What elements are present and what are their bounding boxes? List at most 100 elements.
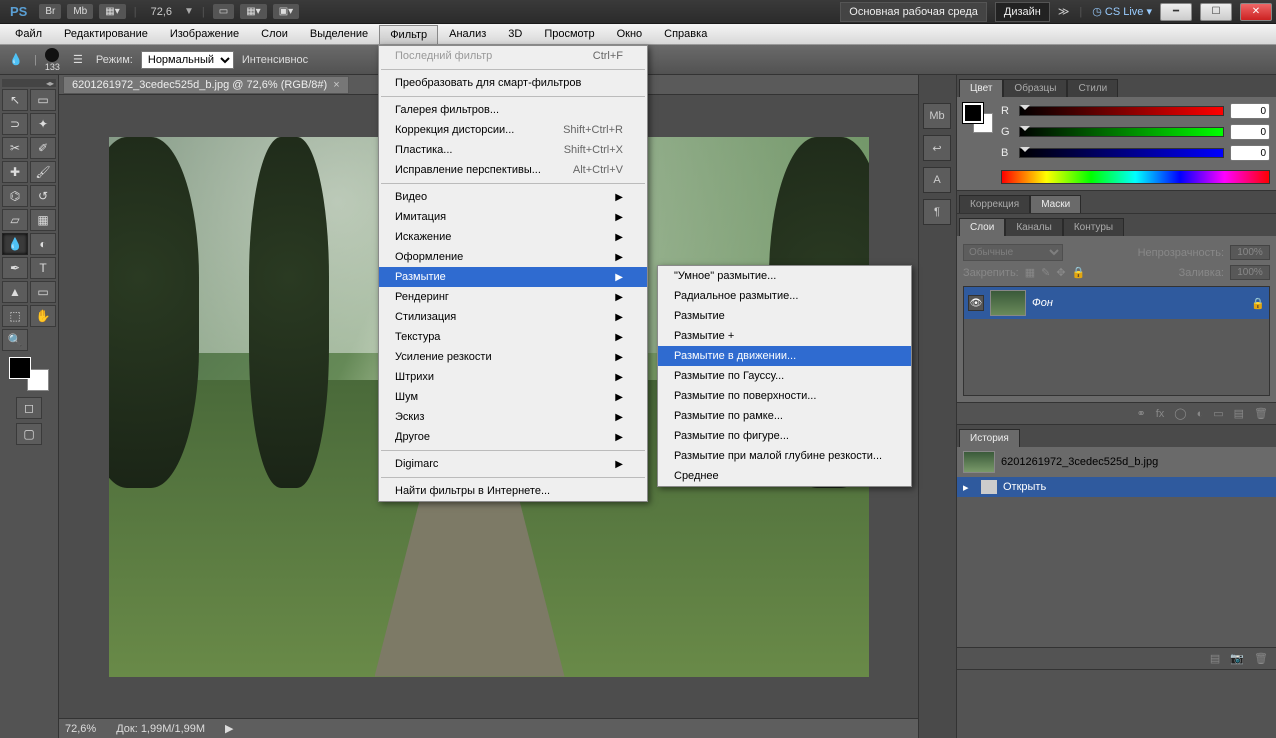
blend-mode-select[interactable]: Нормальный xyxy=(141,51,234,69)
quick-mask-toggle[interactable]: ◻ xyxy=(16,397,42,419)
link-layers-icon[interactable]: ⚭ xyxy=(1136,407,1145,420)
view-extras-button[interactable]: ▭ xyxy=(213,4,234,19)
blur-tool[interactable]: 💧 xyxy=(2,233,28,255)
blur-submenu-item-6[interactable]: Размытие по поверхности... xyxy=(658,386,911,406)
menu-слои[interactable]: Слои xyxy=(250,24,299,44)
stamp-tool[interactable]: ⌬ xyxy=(2,185,28,207)
filter-menu-item-21[interactable]: Другое▶ xyxy=(379,427,647,447)
filter-menu-item-14[interactable]: Рендеринг▶ xyxy=(379,287,647,307)
filter-menu-item-12[interactable]: Оформление▶ xyxy=(379,247,647,267)
minibridge-button[interactable]: Mb xyxy=(67,4,93,19)
panel-color-swatches[interactable] xyxy=(963,103,993,133)
move-tool[interactable]: ↖ xyxy=(2,89,28,111)
filter-menu-item-19[interactable]: Шум▶ xyxy=(379,387,647,407)
g-input[interactable] xyxy=(1230,124,1270,140)
visibility-toggle-icon[interactable]: 👁 xyxy=(968,295,984,311)
filter-menu-item-20[interactable]: Эскиз▶ xyxy=(379,407,647,427)
lock-all-icon[interactable]: 🔒 xyxy=(1072,266,1086,279)
create-document-icon[interactable]: ▤ xyxy=(1210,652,1220,665)
arrange-button[interactable]: ▦▾ xyxy=(240,4,266,19)
delete-state-icon[interactable]: 🗑 xyxy=(1254,652,1268,665)
blur-submenu-item-1[interactable]: Радиальное размытие... xyxy=(658,286,911,306)
blur-submenu-item-10[interactable]: Среднее xyxy=(658,466,911,486)
filter-menu-item-25[interactable]: Найти фильтры в Интернете... xyxy=(379,481,647,501)
blur-submenu-item-4[interactable]: Размытие в движении... xyxy=(658,346,911,366)
tab-adjustments[interactable]: Коррекция xyxy=(959,195,1030,213)
spectrum-ramp[interactable] xyxy=(1001,170,1270,184)
opacity-value[interactable]: 100% xyxy=(1230,245,1270,260)
tab-layers[interactable]: Слои xyxy=(959,218,1005,236)
filter-menu-item-11[interactable]: Искажение▶ xyxy=(379,227,647,247)
gradient-tool[interactable]: ▦ xyxy=(30,209,56,231)
maximize-button[interactable]: ☐ xyxy=(1200,3,1232,21)
toolbox-handle[interactable] xyxy=(2,79,56,87)
filter-menu-item-18[interactable]: Штрихи▶ xyxy=(379,367,647,387)
tab-styles[interactable]: Стили xyxy=(1067,79,1118,97)
minibridge-panel-icon[interactable]: Mb xyxy=(923,103,951,129)
document-tab[interactable]: 6201261972_3cedec525d_b.jpg @ 72,6% (RGB… xyxy=(63,76,349,94)
fill-adjust-icon[interactable]: ◐ xyxy=(1197,408,1204,420)
blend-mode-select[interactable]: Обычные xyxy=(963,244,1063,261)
color-swatches[interactable] xyxy=(9,357,49,391)
dodge-tool[interactable]: ◐ xyxy=(30,233,56,255)
blur-submenu-item-0[interactable]: "Умное" размытие... xyxy=(658,266,911,286)
status-zoom[interactable]: 72,6% xyxy=(65,723,96,735)
menu-окно[interactable]: Окно xyxy=(606,24,654,44)
lock-transparency-icon[interactable]: ▦ xyxy=(1025,266,1035,279)
tab-channels[interactable]: Каналы xyxy=(1005,218,1063,236)
filter-menu-item-6[interactable]: Пластика...Shift+Ctrl+X xyxy=(379,140,647,160)
bridge-button[interactable]: Br xyxy=(39,4,61,19)
layer-thumbnail[interactable] xyxy=(990,290,1026,316)
tab-swatches[interactable]: Образцы xyxy=(1003,79,1067,97)
layer-mask-icon[interactable]: ◯ xyxy=(1174,407,1186,420)
blur-submenu-item-5[interactable]: Размытие по Гауссу... xyxy=(658,366,911,386)
history-brush-tool[interactable]: ↺ xyxy=(30,185,56,207)
brush-tool[interactable]: 🖌 xyxy=(30,161,56,183)
zoom-readout[interactable]: 72,6 xyxy=(145,6,178,18)
workspace-more-icon[interactable]: ≫ xyxy=(1058,5,1070,18)
type-tool[interactable]: T xyxy=(30,257,56,279)
fill-value[interactable]: 100% xyxy=(1230,265,1270,280)
screen-mode-button[interactable]: ▦▾ xyxy=(99,4,125,19)
tab-masks[interactable]: Маски xyxy=(1030,195,1081,213)
zoom-tool[interactable]: 🔍 xyxy=(2,329,28,351)
tab-history[interactable]: История xyxy=(959,429,1020,447)
group-icon[interactable]: ▭ xyxy=(1213,407,1223,420)
close-tab-icon[interactable]: × xyxy=(333,79,339,91)
blur-submenu-item-3[interactable]: Размытие + xyxy=(658,326,911,346)
b-input[interactable] xyxy=(1230,145,1270,161)
brush-panel-toggle[interactable]: ☰ xyxy=(68,50,88,70)
panel-fg-swatch[interactable] xyxy=(963,103,983,123)
cslive-button[interactable]: ◷ CS Live ▾ xyxy=(1092,5,1152,18)
heal-tool[interactable]: ✚ xyxy=(2,161,28,183)
minimize-button[interactable]: ━ xyxy=(1160,3,1192,21)
crop-tool[interactable]: ✂ xyxy=(2,137,28,159)
path-select-tool[interactable]: ▲ xyxy=(2,281,28,303)
blur-submenu[interactable]: "Умное" размытие...Радиальное размытие..… xyxy=(657,265,912,487)
blur-submenu-item-8[interactable]: Размытие по фигуре... xyxy=(658,426,911,446)
layer-fx-icon[interactable]: fx xyxy=(1156,408,1165,420)
blur-submenu-item-2[interactable]: Размытие xyxy=(658,306,911,326)
filter-menu-item-10[interactable]: Имитация▶ xyxy=(379,207,647,227)
menu-просмотр[interactable]: Просмотр xyxy=(533,24,605,44)
hand-tool[interactable]: ✋ xyxy=(30,305,56,327)
screen-mode-toggle[interactable]: ▢ xyxy=(16,423,42,445)
filter-menu-item-17[interactable]: Усиление резкости▶ xyxy=(379,347,647,367)
menu-редактирование[interactable]: Редактирование xyxy=(53,24,159,44)
blur-submenu-item-9[interactable]: Размытие при малой глубине резкости... xyxy=(658,446,911,466)
filter-menu-item-7[interactable]: Исправление перспективы...Alt+Ctrl+V xyxy=(379,160,647,180)
filter-menu-item-15[interactable]: Стилизация▶ xyxy=(379,307,647,327)
zoom-dropdown-icon[interactable]: ▼ xyxy=(184,6,194,17)
history-step[interactable]: ▸ Открыть xyxy=(957,477,1276,497)
status-docsize[interactable]: Док: 1,99M/1,99M xyxy=(116,723,205,735)
wand-tool[interactable]: ✦ xyxy=(30,113,56,135)
layer-row[interactable]: 👁 Фон 🔒 xyxy=(964,287,1269,319)
delete-layer-icon[interactable]: 🗑 xyxy=(1254,407,1268,420)
menu-файл[interactable]: Файл xyxy=(4,24,53,44)
history-panel-icon[interactable]: ↩ xyxy=(923,135,951,161)
filter-menu-item-4[interactable]: Галерея фильтров... xyxy=(379,100,647,120)
blur-submenu-item-7[interactable]: Размытие по рамке... xyxy=(658,406,911,426)
brush-preset-picker[interactable]: 133 xyxy=(45,48,60,72)
lock-pixels-icon[interactable]: ✎ xyxy=(1041,266,1050,279)
marquee-tool[interactable]: ▭ xyxy=(30,89,56,111)
